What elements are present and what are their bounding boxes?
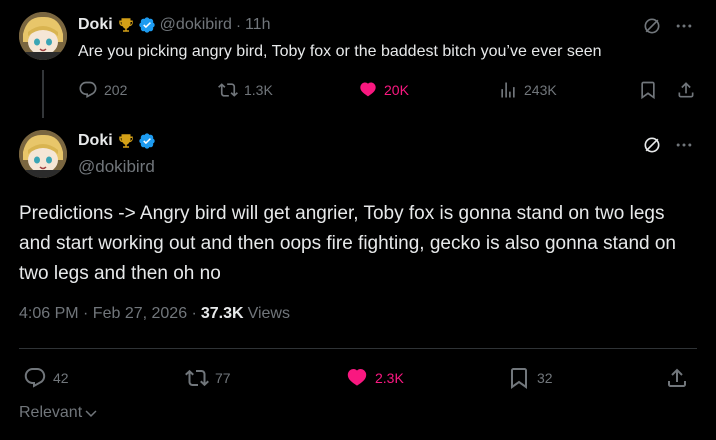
repost-count: 77	[215, 370, 231, 386]
divider	[19, 348, 697, 349]
reply-actions: 202 1.3K 20K 243K	[78, 80, 698, 106]
reply-header: Doki @dokibird · 11h	[78, 16, 270, 34]
main-post-text: Predictions -> Angry bird will get angri…	[19, 203, 676, 284]
reply-count: 42	[53, 370, 69, 386]
chevron-down-icon	[85, 410, 97, 417]
heart-filled-icon	[347, 369, 367, 386]
share-button[interactable]	[665, 366, 695, 390]
grok-icon[interactable]	[642, 135, 662, 155]
author-handle[interactable]: @dokibird	[78, 157, 155, 177]
main-actions: 42 77 2.3K 32	[19, 364, 699, 392]
verified-badge-icon[interactable]	[138, 132, 156, 150]
post-timestamp[interactable]: 4:06 PM · Feb 27, 2026 ·	[19, 305, 197, 323]
bookmark-icon	[641, 81, 655, 100]
avatar[interactable]	[19, 130, 67, 178]
share-button[interactable]	[676, 80, 702, 100]
separator-dot: ·	[235, 16, 241, 34]
reply-button[interactable]: 202	[78, 80, 127, 100]
author-name[interactable]: Doki	[78, 16, 113, 34]
like-count: 20K	[384, 82, 409, 98]
bookmark-button[interactable]	[638, 80, 664, 100]
avatar-image	[19, 130, 67, 178]
trophy-icon	[118, 134, 133, 148]
like-count: 2.3K	[375, 370, 404, 386]
avatar-image	[19, 12, 67, 60]
bookmark-button[interactable]: 32	[507, 366, 553, 390]
author-name[interactable]: Doki	[78, 132, 113, 150]
author-handle[interactable]: @dokibird	[160, 16, 232, 34]
views-button[interactable]: 243K	[498, 80, 557, 100]
reply-icon	[79, 81, 97, 98]
reply-button[interactable]: 42	[23, 366, 69, 390]
views-label: Views	[247, 305, 290, 322]
repost-icon	[185, 369, 209, 387]
share-icon	[678, 82, 694, 98]
main-header: Doki	[78, 132, 156, 150]
like-button[interactable]: 2.3K	[345, 366, 404, 390]
post-meta: 4:06 PM · Feb 27, 2026 · 37.3K Views	[19, 305, 290, 323]
repost-button[interactable]: 77	[185, 366, 231, 390]
bookmark-icon	[511, 368, 527, 389]
views-count: 37.3K	[200, 305, 244, 322]
like-button[interactable]: 20K	[358, 80, 409, 100]
grok-icon[interactable]	[642, 16, 662, 36]
reply-icon	[24, 368, 46, 388]
share-icon	[668, 368, 686, 387]
thread-connector	[42, 70, 44, 118]
heart-filled-icon	[360, 82, 376, 97]
verified-badge-icon[interactable]	[138, 16, 156, 34]
trophy-icon	[118, 18, 133, 32]
reply-top-actions	[642, 16, 694, 36]
reply-text: Are you picking angry bird, Toby fox or …	[78, 43, 602, 60]
main-top-actions	[642, 135, 694, 155]
reply-sort-dropdown[interactable]: Relevant	[19, 404, 98, 422]
post-time[interactable]: 11h	[245, 16, 271, 34]
views-count: 243K	[524, 82, 557, 98]
more-options-icon[interactable]	[674, 16, 694, 36]
more-options-icon[interactable]	[674, 135, 694, 155]
avatar[interactable]	[19, 12, 67, 60]
reply-count: 202	[104, 82, 128, 98]
sort-label: Relevant	[19, 404, 83, 421]
repost-icon	[218, 83, 238, 97]
bookmark-count: 32	[537, 370, 553, 386]
analytics-icon	[501, 82, 515, 98]
repost-button[interactable]: 1.3K	[218, 80, 273, 100]
repost-count: 1.3K	[244, 82, 273, 98]
